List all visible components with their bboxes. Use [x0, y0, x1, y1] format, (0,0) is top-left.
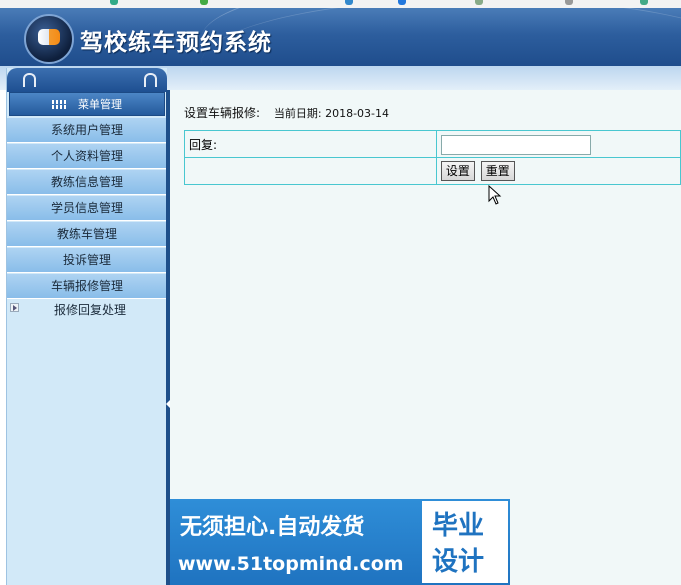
reply-form: 回复: 设置 重置: [184, 130, 681, 185]
date-value: 2018-03-14: [325, 107, 390, 120]
app-header: 驾校练车预约系统: [0, 8, 681, 66]
reset-button[interactable]: 重置: [480, 161, 515, 181]
date-label: 当前日期:: [273, 107, 322, 120]
reply-cell: [435, 130, 681, 158]
grid-icon: [52, 99, 66, 109]
toolbar-icon: [110, 0, 118, 5]
ad-badge: 毕业 设计: [422, 501, 508, 583]
reply-label: 回复:: [184, 130, 437, 158]
sidebar-item-profile[interactable]: 个人资料管理: [7, 144, 167, 169]
sidebar-item-system-users[interactable]: 系统用户管理: [7, 118, 167, 143]
toolbar-icon: [345, 0, 353, 5]
menu-list: 系统用户管理 个人资料管理 教练信息管理 学员信息管理 教练车管理 投诉管理 车…: [7, 118, 167, 300]
form-row: 回复:: [184, 130, 681, 158]
ad-badge-line2: 设计: [432, 547, 485, 577]
ring-icon: [144, 73, 157, 87]
toolbar-icon: [565, 0, 573, 5]
ad-url: www.51topmind.com: [178, 553, 404, 575]
expand-arrow-icon: [10, 303, 19, 312]
sidebar-item-complaints[interactable]: 投诉管理: [7, 248, 167, 273]
menu-header-label: 菜单管理: [78, 98, 122, 111]
toolbar-icon: [398, 0, 406, 5]
sidebar-item-coach-cars[interactable]: 教练车管理: [7, 222, 167, 247]
mouse-cursor-icon: [488, 185, 502, 205]
toolbar-icon: [200, 0, 208, 5]
sidebar-subitem-label: 报修回复处理: [54, 303, 127, 317]
browser-toolbar-strip: [0, 0, 681, 8]
form-row: 设置 重置: [184, 157, 681, 185]
sidebar-item-students[interactable]: 学员信息管理: [7, 196, 167, 221]
ad-badge-line1: 毕业: [432, 511, 485, 541]
ad-headline: 无须担心.自动发货: [180, 515, 365, 540]
sidebar-top-bar: [7, 68, 167, 92]
ring-icon: [23, 73, 36, 87]
sidebar: 菜单管理 系统用户管理 个人资料管理 教练信息管理 学员信息管理 教练车管理 投…: [6, 68, 167, 585]
toolbar-icon: [640, 0, 648, 5]
app-logo: [24, 14, 74, 64]
page-title: 设置车辆报修:: [184, 106, 261, 120]
reply-input[interactable]: [440, 135, 591, 155]
sidebar-item-coaches[interactable]: 教练信息管理: [7, 170, 167, 195]
app-title: 驾校练车预约系统: [80, 29, 272, 56]
buttons-cell: 设置 重置: [435, 157, 681, 185]
breadcrumb: 设置车辆报修: 当前日期: 2018-03-14: [184, 104, 389, 121]
submit-button[interactable]: 设置: [440, 161, 475, 181]
toolbar-icon: [475, 0, 483, 5]
sidebar-subitem-repair-reply[interactable]: 报修回复处理: [7, 298, 167, 320]
menu-header[interactable]: 菜单管理: [9, 92, 165, 116]
empty-cell: [184, 157, 437, 185]
sidebar-item-repairs[interactable]: 车辆报修管理: [7, 274, 167, 299]
ad-banner[interactable]: 无须担心.自动发货 www.51topmind.com 毕业 设计: [170, 499, 510, 585]
